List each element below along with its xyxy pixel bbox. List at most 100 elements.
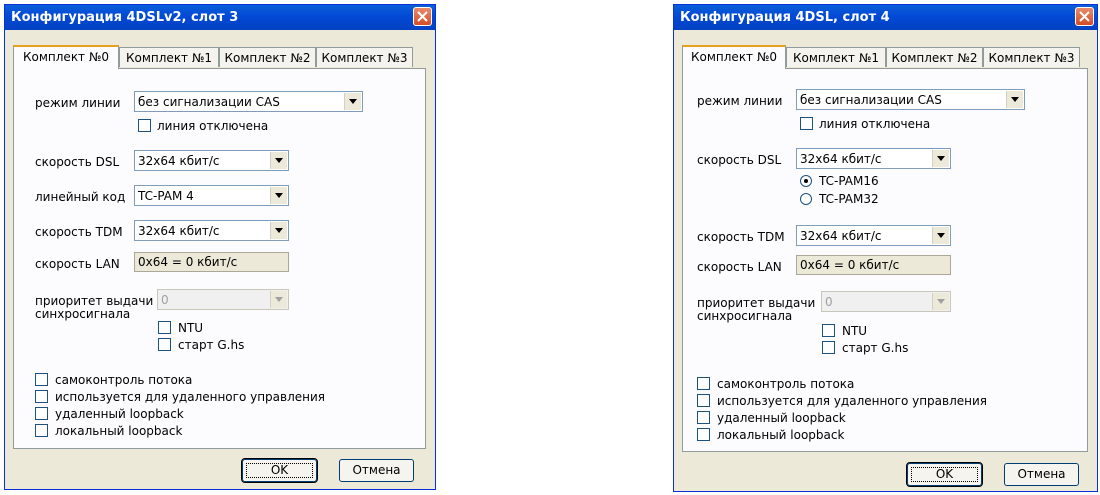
cancel-button[interactable]: Отмена	[339, 459, 414, 482]
line-mode-select[interactable]: без сигнализации CAS	[796, 89, 1025, 110]
tcpam32-label: TC-PAM32	[819, 192, 879, 206]
chevron-down-icon	[344, 93, 361, 110]
line-mode-select[interactable]: без сигнализации CAS	[134, 91, 363, 112]
sync-priority-label-2: синхросигнала	[697, 309, 793, 323]
local-loopback-label: локальный loopback	[717, 428, 845, 442]
line-mode-value: без сигнализации CAS	[138, 95, 280, 109]
remote-mgmt-label: используется для удаленного управления	[55, 390, 326, 404]
local-loopback-checkbox[interactable]	[697, 428, 710, 441]
tdm-speed-label: скорость TDM	[35, 225, 123, 239]
remote-loopback-checkbox[interactable]	[35, 407, 48, 420]
dialog-title: Конфигурация 4DSL, слот 4	[674, 5, 1097, 30]
lan-speed-value: 0x64 = 0 кбит/с	[800, 258, 900, 272]
ok-button[interactable]: OK	[241, 458, 318, 483]
chevron-down-icon	[270, 187, 287, 204]
chevron-down-icon	[932, 293, 949, 310]
close-icon	[1079, 11, 1090, 22]
ntu-label: NTU	[178, 321, 204, 335]
close-button[interactable]	[413, 7, 432, 26]
tdm-speed-label: скорость TDM	[697, 230, 785, 244]
tab-set-1[interactable]: Комплект №1	[119, 47, 219, 67]
sync-priority-label: приоритет выдачи	[697, 296, 816, 310]
remote-loopback-checkbox[interactable]	[697, 411, 710, 424]
start-ghs-label: старт G.hs	[842, 341, 909, 355]
tdm-speed-select[interactable]: 32x64 кбит/с	[796, 225, 951, 246]
tab-panel: режим линии без сигнализации CAS линия о…	[682, 68, 1088, 452]
sync-priority-value: 0	[161, 293, 169, 307]
dsl-speed-select[interactable]: 32x64 кбит/с	[134, 150, 289, 171]
local-loopback-label: локальный loopback	[55, 424, 183, 438]
line-off-checkbox[interactable]	[138, 119, 151, 132]
chevron-down-icon	[1006, 91, 1023, 108]
cancel-button[interactable]: Отмена	[1004, 463, 1079, 486]
lan-speed-label: скорость LAN	[697, 260, 782, 274]
ok-button[interactable]: OK	[906, 462, 983, 487]
line-off-checkbox[interactable]	[800, 117, 813, 130]
lan-speed-value: 0x64 = 0 кбит/с	[138, 255, 238, 269]
remote-mgmt-checkbox[interactable]	[35, 390, 48, 403]
dsl-speed-value: 32x64 кбит/с	[138, 154, 220, 168]
tab-set-1[interactable]: Комплект №1	[786, 47, 886, 67]
close-button[interactable]	[1075, 7, 1094, 26]
self-check-label: самоконтроль потока	[717, 377, 855, 391]
radio-dot	[804, 179, 808, 183]
sync-priority-select[interactable]: 0	[821, 291, 951, 312]
chevron-down-icon	[932, 227, 949, 244]
focus-rect	[246, 463, 313, 478]
dsl-speed-select[interactable]: 32x64 кбит/с	[796, 148, 951, 169]
lan-speed-field: 0x64 = 0 кбит/с	[796, 255, 951, 275]
tab-set-0[interactable]: Комплект №0	[13, 45, 119, 69]
remote-mgmt-label: используется для удаленного управления	[717, 394, 988, 408]
sync-priority-select[interactable]: 0	[157, 289, 289, 310]
sync-priority-value: 0	[825, 295, 833, 309]
chevron-down-icon	[270, 291, 287, 308]
tab-set-3[interactable]: Комплект №3	[316, 47, 413, 67]
dialog-title: Конфигурация 4DSLv2, слот 3	[5, 5, 435, 30]
line-off-label: линия отключена	[157, 119, 269, 133]
self-check-label: самоконтроль потока	[55, 373, 193, 387]
line-mode-value: без сигнализации CAS	[800, 93, 942, 107]
dsl-speed-label: скорость DSL	[35, 155, 120, 169]
remote-loopback-label: удаленный loopback	[717, 411, 846, 425]
start-ghs-checkbox[interactable]	[158, 338, 171, 351]
tdm-speed-select[interactable]: 32x64 кбит/с	[134, 220, 289, 241]
lan-speed-label: скорость LAN	[35, 257, 120, 271]
start-ghs-checkbox[interactable]	[822, 341, 835, 354]
tcpam32-radio[interactable]	[800, 193, 812, 205]
line-mode-label: режим линии	[35, 96, 121, 110]
chevron-down-icon	[270, 152, 287, 169]
chevron-down-icon	[932, 150, 949, 167]
line-code-label: линейный код	[35, 190, 126, 204]
ntu-label: NTU	[842, 324, 868, 338]
sync-priority-label: приоритет выдачи	[35, 294, 154, 308]
line-mode-label: режим линии	[697, 94, 783, 108]
tab-set-2[interactable]: Комплект №2	[886, 47, 983, 67]
config-dialog-slot-4: Конфигурация 4DSL, слот 4 Комплект №0 Ко…	[673, 4, 1098, 492]
config-dialog-slot-3: Конфигурация 4DSLv2, слот 3 Комплект №0 …	[4, 4, 436, 490]
sync-priority-label-2: синхросигнала	[35, 307, 131, 321]
tab-set-0[interactable]: Комплект №0	[682, 45, 786, 69]
tdm-speed-value: 32x64 кбит/с	[138, 224, 220, 238]
dsl-speed-value: 32x64 кбит/с	[800, 152, 882, 166]
tdm-speed-value: 32x64 кбит/с	[800, 229, 882, 243]
dsl-speed-label: скорость DSL	[697, 153, 782, 167]
ntu-checkbox[interactable]	[822, 324, 835, 337]
tcpam16-radio[interactable]	[800, 175, 812, 187]
lan-speed-field: 0x64 = 0 кбит/с	[134, 252, 289, 272]
tab-panel: режим линии без сигнализации CAS линия о…	[13, 68, 426, 449]
local-loopback-checkbox[interactable]	[35, 424, 48, 437]
tab-set-3[interactable]: Комплект №3	[983, 47, 1080, 67]
remote-loopback-label: удаленный loopback	[55, 407, 184, 421]
focus-rect	[911, 467, 978, 482]
remote-mgmt-checkbox[interactable]	[697, 394, 710, 407]
tab-set-2[interactable]: Комплект №2	[219, 47, 316, 67]
line-off-label: линия отключена	[819, 117, 931, 131]
line-code-select[interactable]: TC-PAM 4	[134, 185, 289, 206]
start-ghs-label: старт G.hs	[178, 338, 245, 352]
ntu-checkbox[interactable]	[158, 321, 171, 334]
self-check-checkbox[interactable]	[35, 373, 48, 386]
close-icon	[417, 11, 428, 22]
self-check-checkbox[interactable]	[697, 377, 710, 390]
tcpam16-label: TC-PAM16	[819, 174, 879, 188]
chevron-down-icon	[270, 222, 287, 239]
